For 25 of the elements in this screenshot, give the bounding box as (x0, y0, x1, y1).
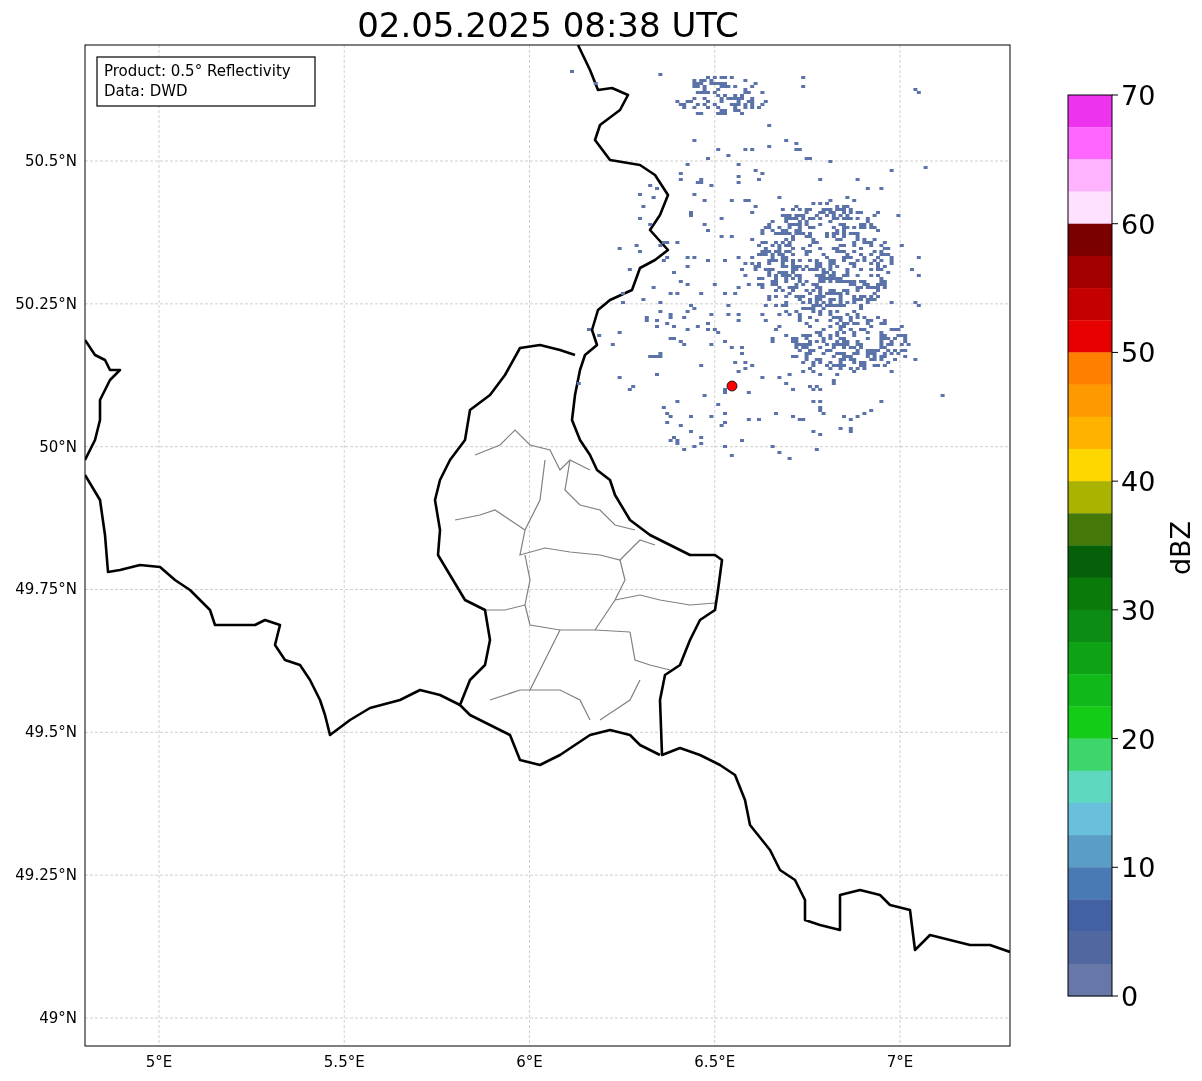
info-text: Product: 0.5° Reflectivity (104, 62, 291, 80)
latitude-label: 50.25°N (15, 294, 77, 313)
longitude-label: 7°E (886, 1053, 914, 1071)
colorbar-tick-label: 10 (1121, 852, 1156, 884)
colorbar-tick-label: 20 (1121, 723, 1156, 755)
longitude-label: 5°E (145, 1053, 173, 1071)
longitude-label: 6.5°E (694, 1053, 736, 1071)
colorbar-title: dBZ (1165, 520, 1196, 576)
colorbar-tick-label: 70 (1121, 80, 1156, 111)
info-text: Data: DWD (104, 82, 188, 100)
longitude-label: 6°E (516, 1053, 543, 1071)
latitude-label: 50.5°N (24, 152, 77, 170)
colorbar-tick-label: 50 (1121, 337, 1156, 369)
chart-title: 02.05.2025 08:38 UTC (357, 5, 739, 45)
latitude-label: 49.75°N (15, 580, 77, 599)
latitude-label: 49.25°N (15, 866, 77, 885)
colorbar-tick-label: 60 (1121, 208, 1156, 240)
latitude-label: 49°N (39, 1009, 77, 1027)
latitude-label: 50°N (39, 437, 77, 456)
longitude-label: 5.5°E (323, 1053, 365, 1071)
radar-site-marker (726, 380, 738, 392)
colorbar-tick-label: 30 (1121, 594, 1156, 626)
colorbar-tick-label: 40 (1121, 466, 1156, 498)
colorbar-tick-label: 0 (1121, 981, 1139, 1012)
latitude-label: 49.5°N (24, 723, 77, 742)
